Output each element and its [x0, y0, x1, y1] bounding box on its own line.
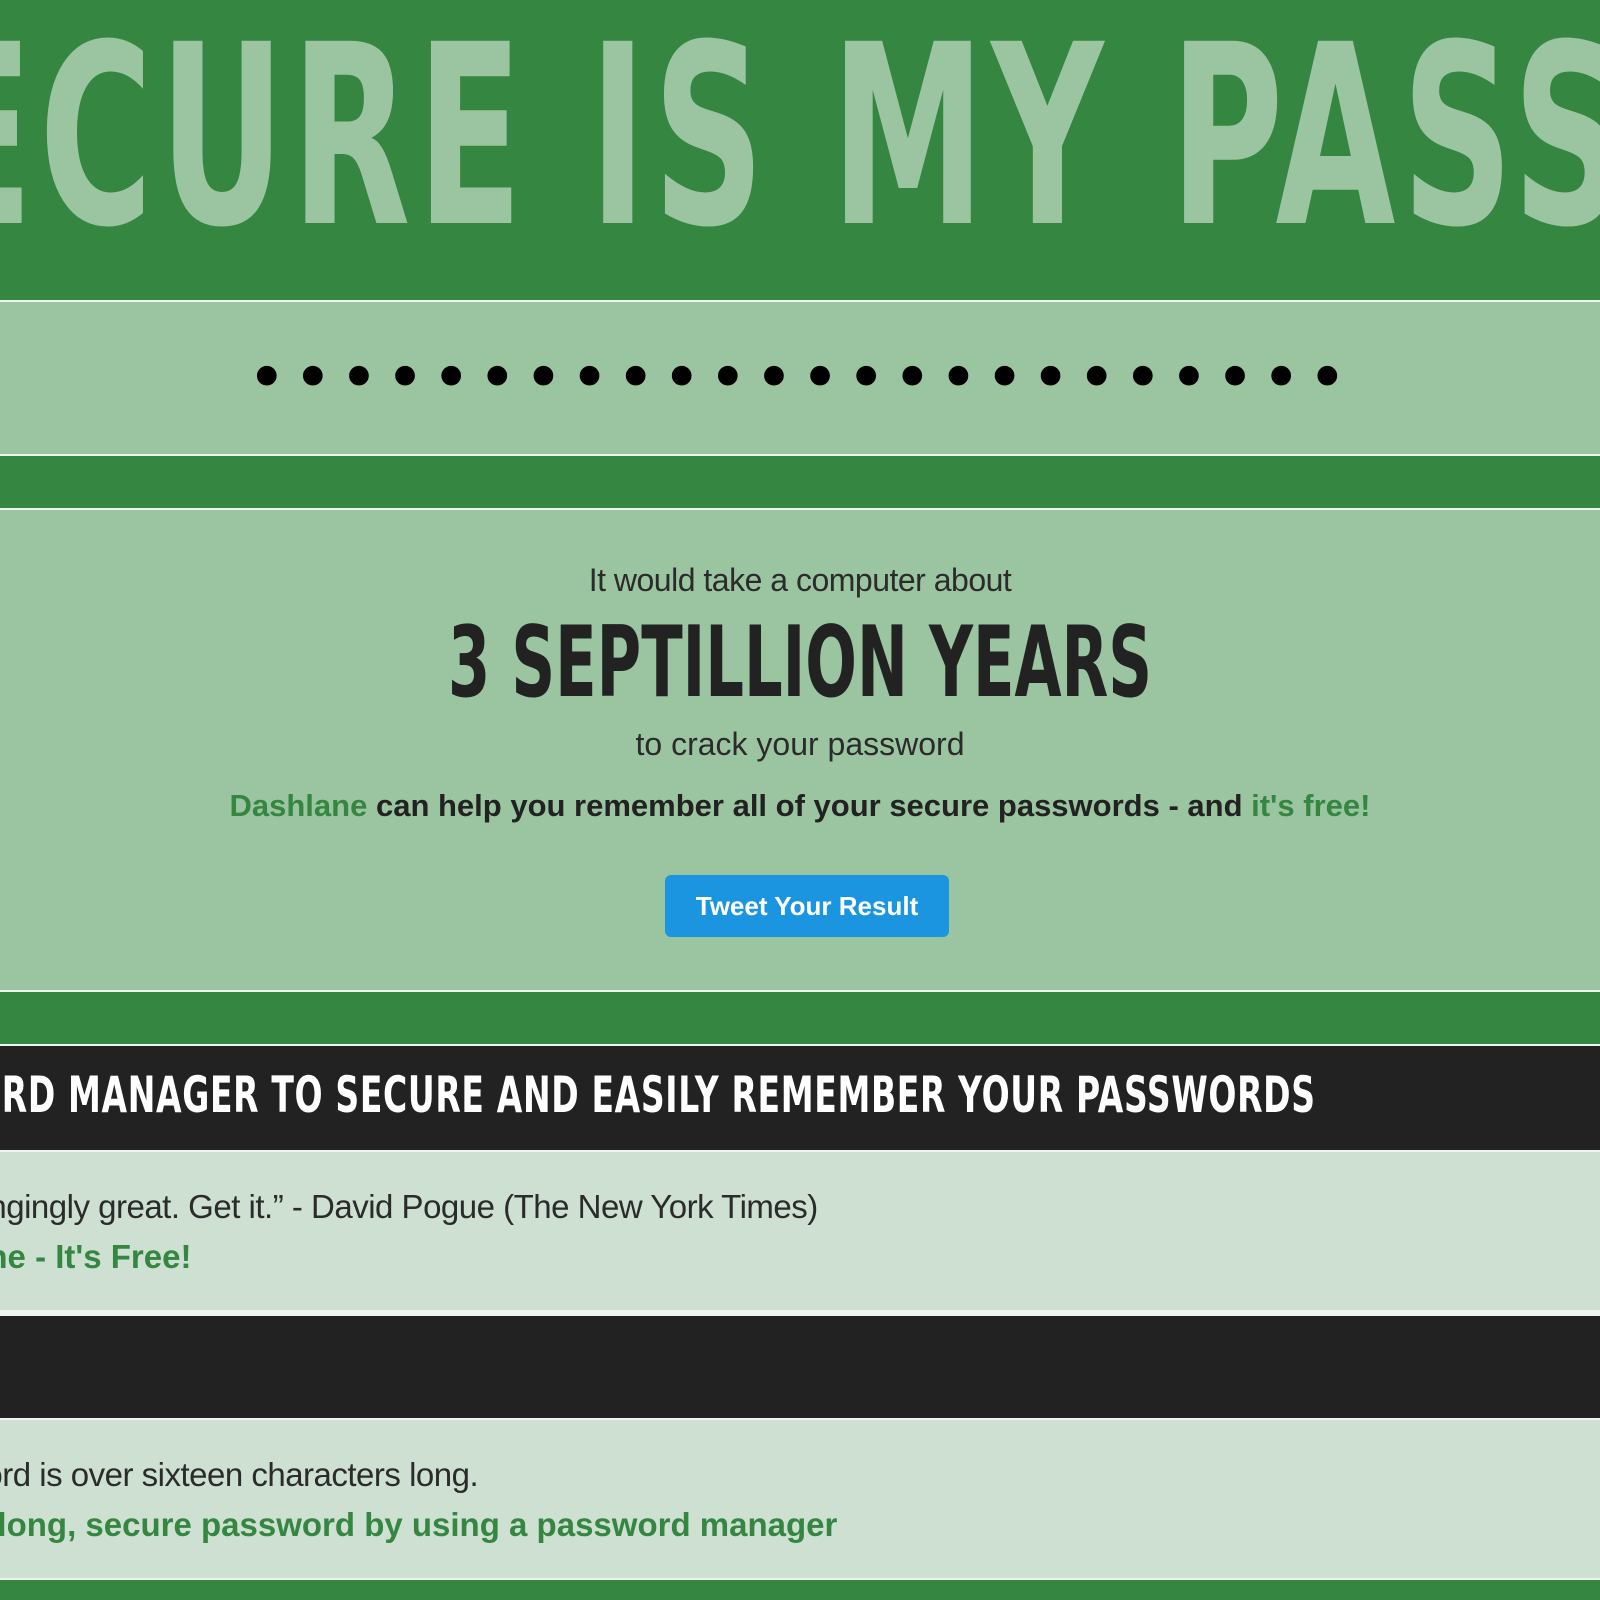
- dark-banner: [0, 1316, 1600, 1418]
- password-section: [0, 302, 1600, 454]
- result-tail-text: to crack your password: [635, 726, 965, 762]
- pitch-text: can help you remember all of your secure…: [367, 788, 1252, 823]
- quote-section: “Unchangingly great. Get it.” - David Po…: [0, 1152, 1600, 1310]
- result-lead-text: It would take a computer about: [588, 562, 1012, 598]
- site-header: HOW SECURE IS MY PASSWORD?: [0, 0, 1600, 300]
- tweet-result-button[interactable]: Tweet Your Result: [665, 875, 949, 937]
- length-tip-text: Your password is over sixteen characters…: [0, 1456, 479, 1493]
- result-section: It would take a computer about 3 SEPTILL…: [0, 510, 1600, 990]
- password-manager-link[interactable]: Remember your long, secure password by u…: [0, 1506, 837, 1544]
- password-input[interactable]: [100, 302, 1500, 454]
- divider: [0, 1578, 1600, 1580]
- length-tip-section: Your password is over sixteen characters…: [0, 1420, 1600, 1578]
- site-title: HOW SECURE IS MY PASSWORD?: [0, 0, 1600, 282]
- password-manager-banner: USE A PASSWORD MANAGER TO SECURE AND EAS…: [0, 1046, 1600, 1150]
- free-link[interactable]: it's free!: [1251, 788, 1370, 823]
- divider: [0, 454, 1600, 456]
- crack-time: 3 SEPTILLION YEARS: [447, 606, 1153, 720]
- testimonial-quote: “Unchangingly great. Get it.” - David Po…: [0, 1188, 818, 1225]
- dashlane-link[interactable]: Dashlane: [230, 788, 368, 823]
- divider: [0, 990, 1600, 992]
- get-dashlane-link[interactable]: Get Dashlane - It's Free!: [0, 1238, 191, 1276]
- dashlane-pitch: Dashlane can help you remember all of yo…: [0, 788, 1600, 824]
- banner-text: USE A PASSWORD MANAGER TO SECURE AND EAS…: [0, 1066, 1316, 1124]
